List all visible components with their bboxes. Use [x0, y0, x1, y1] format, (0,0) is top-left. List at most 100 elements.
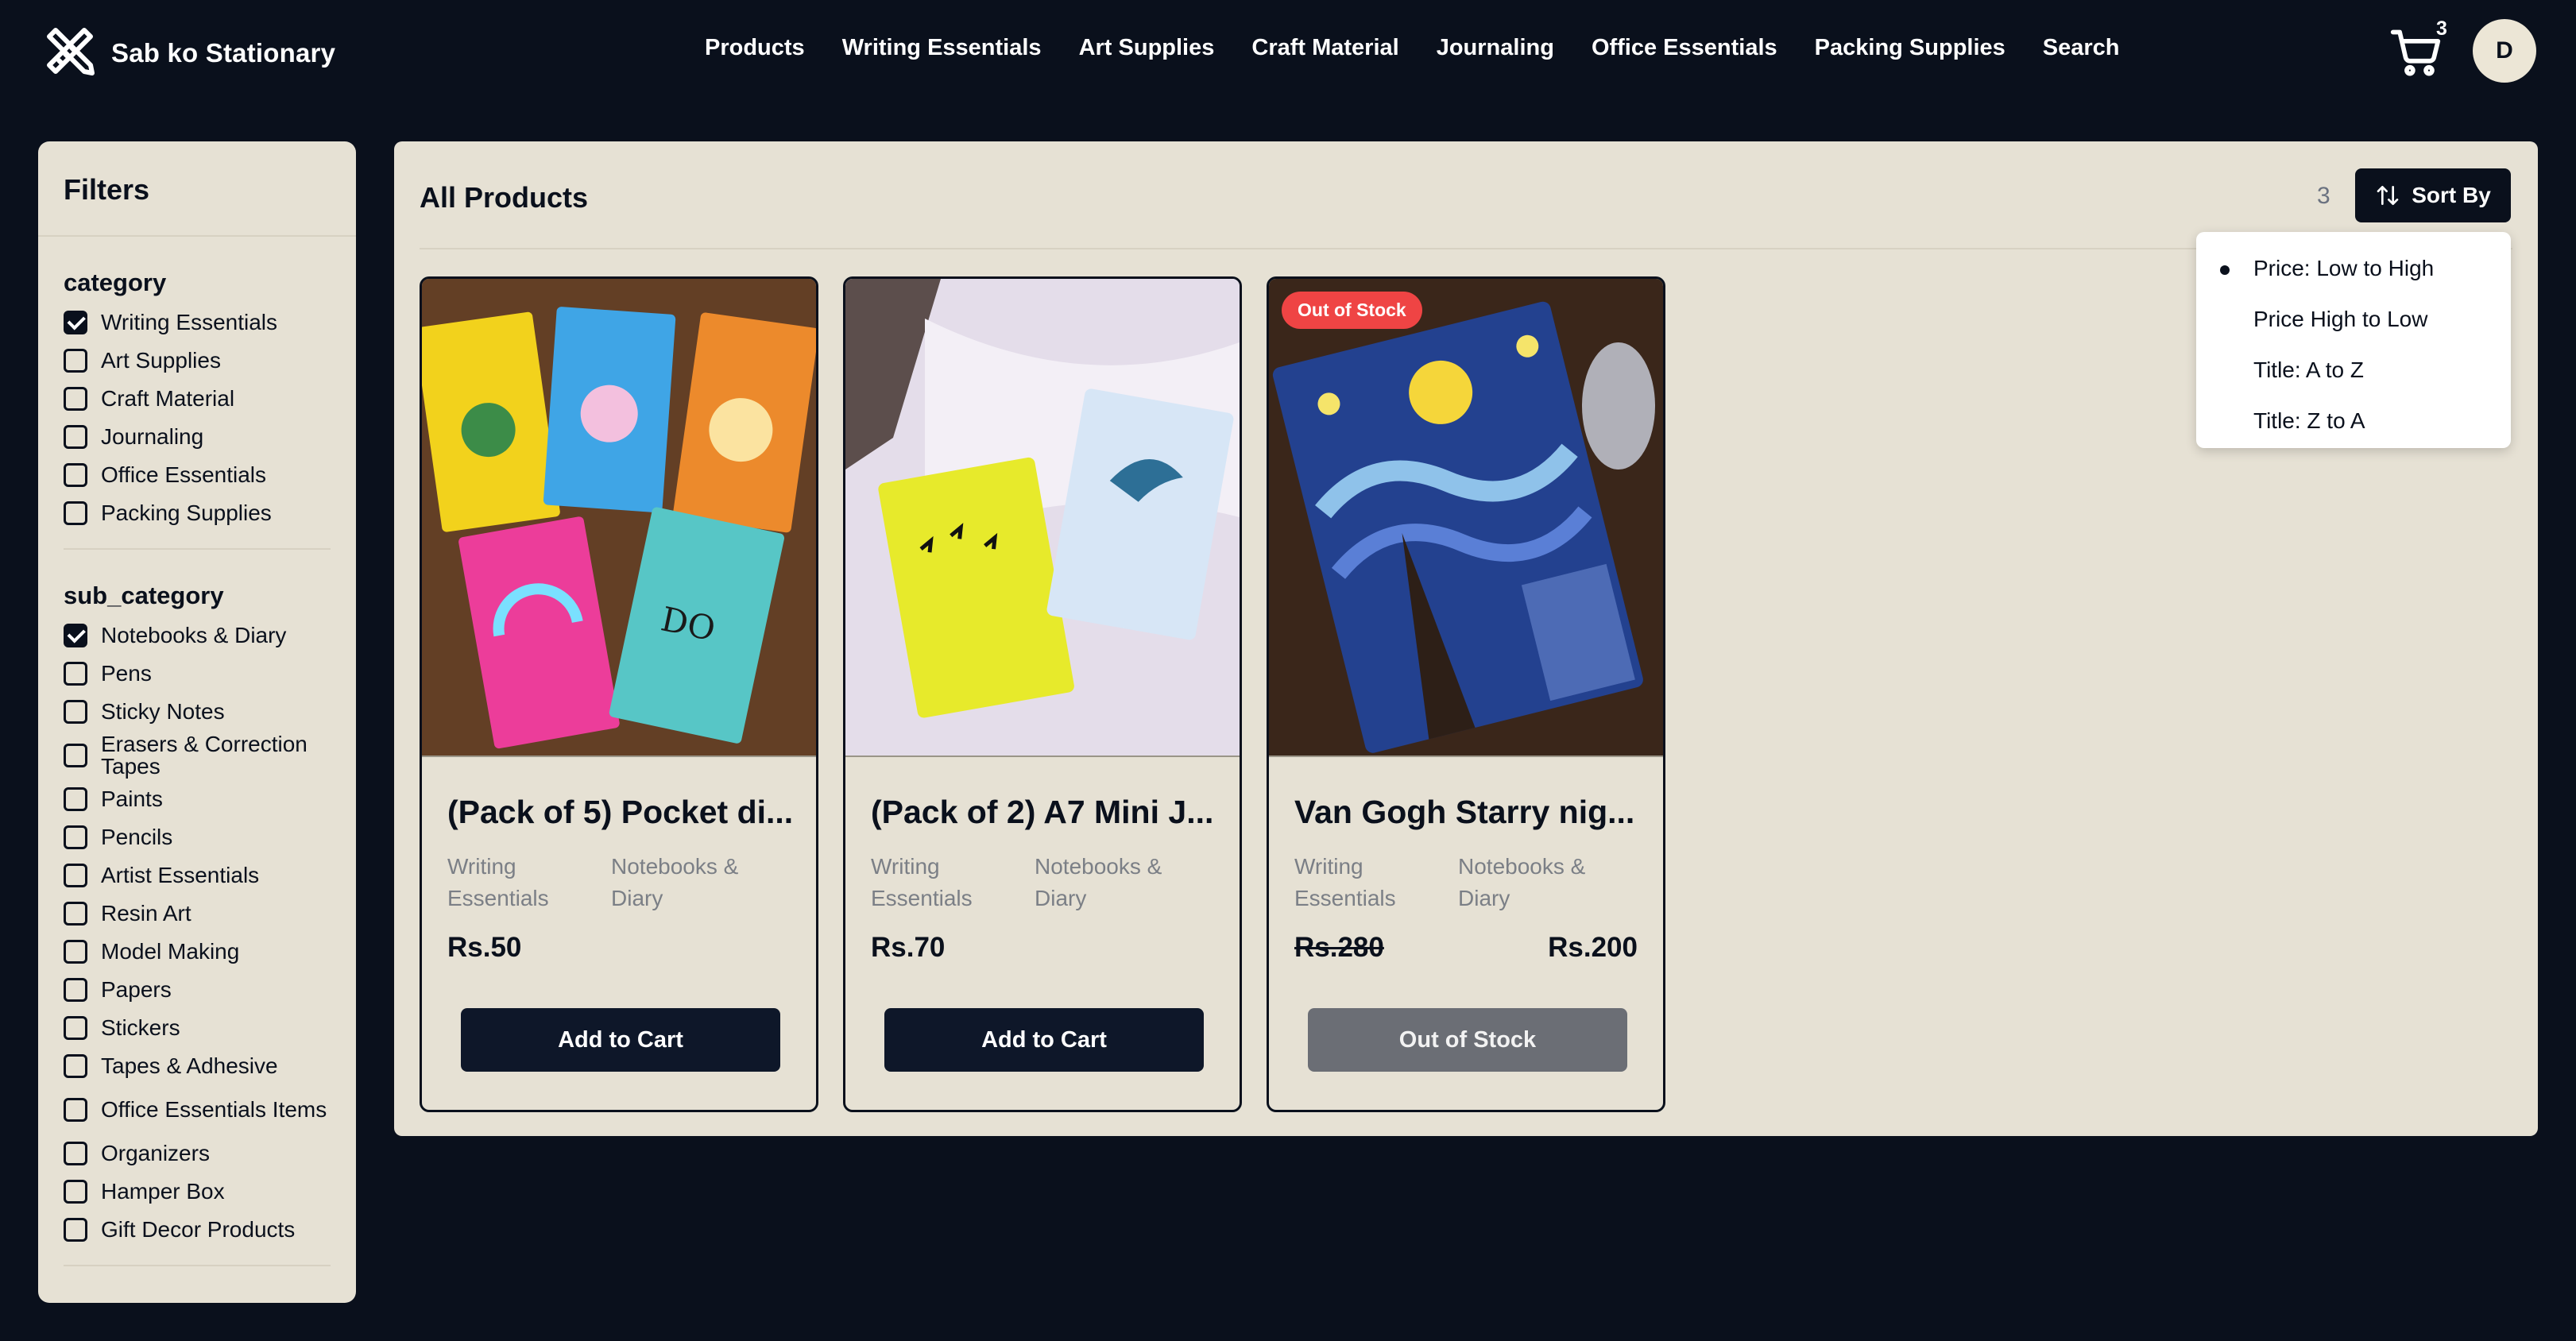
sub-category-option[interactable]: Pencils — [64, 818, 331, 856]
sub-category-option-label: Hamper Box — [101, 1179, 225, 1204]
product-image[interactable] — [845, 279, 1240, 756]
product-card[interactable]: (Pack of 2) A7 Mini J... Writing Essenti… — [843, 276, 1242, 1112]
checkbox-icon[interactable] — [64, 425, 87, 449]
sub-category-option-label: Organizers — [101, 1141, 210, 1165]
checkbox-icon[interactable] — [64, 902, 87, 926]
sub-category-option[interactable]: Stickers — [64, 1009, 331, 1047]
checkbox-checked-icon[interactable] — [64, 624, 87, 647]
category-option-label: Office Essentials — [101, 462, 267, 487]
nav-writing-essentials[interactable]: Writing Essentials — [842, 35, 1042, 61]
checkbox-checked-icon[interactable] — [64, 311, 87, 334]
sub-category-option[interactable]: Gift Decor Products — [64, 1211, 331, 1249]
nav-journaling[interactable]: Journaling — [1437, 35, 1554, 61]
filters-title: Filters — [38, 141, 356, 237]
out-of-stock-button[interactable]: Out of Stock — [1308, 1008, 1627, 1072]
sale-price: Rs.200 — [1548, 932, 1638, 963]
main-nav: Products Writing Essentials Art Supplies… — [705, 35, 2120, 61]
original-price: Rs.280 — [1294, 932, 1384, 963]
filter-divider — [64, 1265, 331, 1266]
checkbox-icon[interactable] — [64, 700, 87, 724]
checkbox-icon[interactable] — [64, 787, 87, 811]
category-option[interactable]: Writing Essentials — [64, 303, 331, 342]
sort-arrows-icon — [2377, 186, 2399, 205]
checkbox-icon[interactable] — [64, 825, 87, 849]
checkbox-icon[interactable] — [64, 387, 87, 411]
product-sub-category: Notebooks & Diary — [611, 854, 739, 910]
sub-category-option-label: Paints — [101, 786, 163, 811]
sort-option-label: Price High to Low — [2253, 307, 2428, 331]
nav-products[interactable]: Products — [705, 35, 805, 61]
sub-category-option[interactable]: Papers — [64, 971, 331, 1009]
product-category: Writing Essentials — [1294, 854, 1396, 910]
selected-dot-icon — [2220, 265, 2230, 275]
checkbox-icon[interactable] — [64, 1142, 87, 1165]
sort-option[interactable]: Price High to Low — [2196, 294, 2511, 345]
sub-category-option[interactable]: Tapes & Adhesive — [64, 1047, 331, 1085]
brand-logo-link[interactable]: Sab ko Stationary — [38, 19, 335, 87]
sub-category-option-label: Model Making — [101, 939, 240, 964]
sort-by-button[interactable]: Sort By — [2355, 168, 2511, 222]
category-option[interactable]: Packing Supplies — [64, 494, 331, 532]
sub-category-option[interactable]: Hamper Box — [64, 1173, 331, 1211]
sub-category-option[interactable]: Notebooks & Diary — [64, 616, 331, 655]
cart-button[interactable]: 3 — [2388, 17, 2452, 81]
checkbox-icon[interactable] — [64, 1218, 87, 1242]
checkbox-icon[interactable] — [64, 1180, 87, 1204]
sub-category-option[interactable]: Organizers — [64, 1134, 331, 1173]
category-option[interactable]: Office Essentials — [64, 456, 331, 494]
category-option-label: Writing Essentials — [101, 310, 278, 334]
product-count: 3 — [2317, 183, 2330, 209]
product-title[interactable]: Van Gogh Starry nig... — [1294, 794, 1644, 831]
checkbox-icon[interactable] — [64, 1054, 87, 1078]
sub-category-option[interactable]: Office Essentials Items — [64, 1085, 331, 1134]
checkbox-icon[interactable] — [64, 463, 87, 487]
add-to-cart-button[interactable]: Add to Cart — [884, 1008, 1204, 1072]
category-option[interactable]: Craft Material — [64, 380, 331, 418]
product-card[interactable]: Out of Stock Van Gogh Starry nig... Writ… — [1267, 276, 1665, 1112]
checkbox-icon[interactable] — [64, 940, 87, 964]
filters-sidebar: Filters category Writing Essentials Art S… — [38, 141, 356, 1303]
nav-craft-material[interactable]: Craft Material — [1251, 35, 1398, 61]
category-option-label: Packing Supplies — [101, 500, 272, 525]
sub-category-option[interactable]: Pens — [64, 655, 331, 693]
product-card[interactable]: DO (Pack of 5) Pocket di... Writing Esse… — [420, 276, 818, 1112]
nav-search[interactable]: Search — [2043, 35, 2120, 61]
sub-category-option[interactable]: Model Making — [64, 933, 331, 971]
sub-category-option-label: Sticky Notes — [101, 699, 225, 724]
checkbox-icon[interactable] — [64, 662, 87, 686]
category-option[interactable]: Art Supplies — [64, 342, 331, 380]
sort-option[interactable]: Title: A to Z — [2196, 345, 2511, 396]
add-to-cart-button[interactable]: Add to Cart — [461, 1008, 780, 1072]
nav-office-essentials[interactable]: Office Essentials — [1592, 35, 1777, 61]
product-title[interactable]: (Pack of 2) A7 Mini J... — [871, 794, 1220, 831]
sort-option[interactable]: Price: Low to High — [2196, 243, 2511, 294]
product-image[interactable]: DO — [422, 279, 816, 756]
checkbox-icon[interactable] — [64, 1016, 87, 1040]
checkbox-icon[interactable] — [64, 978, 87, 1002]
product-image[interactable] — [1269, 279, 1663, 756]
product-sub-category: Notebooks & Diary — [1035, 854, 1162, 910]
sub-category-option[interactable]: Sticky Notes — [64, 693, 331, 731]
checkbox-icon[interactable] — [64, 349, 87, 373]
nav-packing-supplies[interactable]: Packing Supplies — [1815, 35, 2005, 61]
product-title[interactable]: (Pack of 5) Pocket di... — [447, 794, 797, 831]
nav-art-supplies[interactable]: Art Supplies — [1079, 35, 1215, 61]
sort-option[interactable]: Title: Z to A — [2196, 396, 2511, 446]
product-category: Writing Essentials — [871, 854, 973, 910]
sub-category-option[interactable]: Artist Essentials — [64, 856, 331, 895]
sub-category-option[interactable]: Paints — [64, 780, 331, 818]
sub-category-filter-title: sub_category — [64, 582, 224, 609]
sub-category-option-label: Tapes & Adhesive — [101, 1053, 278, 1078]
category-option[interactable]: Journaling — [64, 418, 331, 456]
sub-category-option[interactable]: Resin Art — [64, 895, 331, 933]
category-option-label: Art Supplies — [101, 348, 221, 373]
sub-category-option-label: Gift Decor Products — [101, 1217, 296, 1242]
product-category: Writing Essentials — [447, 854, 549, 910]
sub-category-option[interactable]: Erasers & Correction Tapes — [64, 731, 331, 780]
checkbox-icon[interactable] — [64, 501, 87, 525]
checkbox-icon[interactable] — [64, 1098, 87, 1122]
user-avatar[interactable]: D — [2473, 19, 2536, 83]
checkbox-icon[interactable] — [64, 864, 87, 887]
category-option-label: Craft Material — [101, 386, 235, 411]
checkbox-icon[interactable] — [64, 744, 87, 767]
